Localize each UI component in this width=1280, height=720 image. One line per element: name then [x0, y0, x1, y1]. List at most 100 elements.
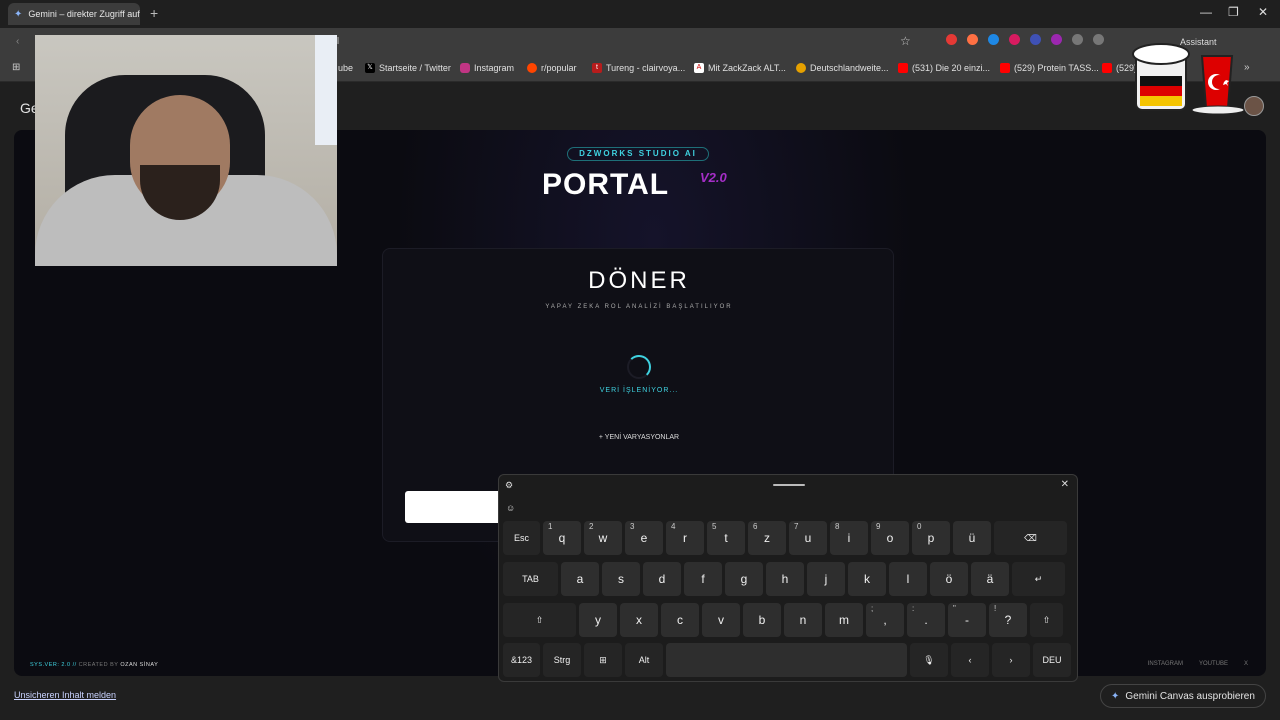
apps-grid-icon[interactable]: ⊞: [12, 62, 20, 73]
extension-icon[interactable]: [946, 34, 957, 45]
key-secondary-label: 4: [671, 522, 676, 531]
youtube-link[interactable]: YOUTUBE: [1199, 661, 1228, 667]
key-p[interactable]: p0: [912, 521, 950, 555]
bookmark-item[interactable]: Deutschlandweite...: [796, 63, 889, 73]
key-symbol[interactable]: - ": [948, 603, 986, 637]
key-l[interactable]: l: [889, 562, 927, 596]
key-symbol[interactable]: .:: [907, 603, 945, 637]
key-d[interactable]: d: [643, 562, 681, 596]
emoji-icon[interactable]: ☺: [506, 503, 515, 513]
bookmark-item[interactable]: (529) Protein TASS...: [1000, 63, 1099, 73]
key-label: ,: [883, 613, 887, 627]
key-a[interactable]: a: [561, 562, 599, 596]
extension-icon[interactable]: [1009, 34, 1020, 45]
key-label: -: [965, 613, 969, 627]
key-symbol[interactable]: ⌫: [994, 521, 1067, 555]
browser-tab[interactable]: ✦ Gemini – direkter Zugriff auf Go ✕: [8, 3, 140, 25]
key-symbol[interactable]: ?!: [989, 603, 1027, 637]
bookmark-item[interactable]: (531) Die 20 einzi...: [898, 63, 990, 73]
key-j[interactable]: j: [807, 562, 845, 596]
key-r[interactable]: r4: [666, 521, 704, 555]
key-label: t: [724, 531, 728, 545]
key-TAB[interactable]: TAB: [503, 562, 558, 596]
new-tab-button[interactable]: +: [150, 5, 158, 21]
key-y[interactable]: y: [579, 603, 617, 637]
drag-handle[interactable]: [773, 484, 805, 486]
report-content-link[interactable]: Unsicheren Inhalt melden: [14, 690, 116, 700]
more-bookmarks-icon[interactable]: »: [1244, 62, 1250, 73]
key-n[interactable]: n: [784, 603, 822, 637]
extension-icon[interactable]: [967, 34, 978, 45]
key-h[interactable]: h: [766, 562, 804, 596]
key-&123[interactable]: &123: [503, 643, 540, 677]
extension-icon[interactable]: [1030, 34, 1041, 45]
key-ä[interactable]: ä: [971, 562, 1009, 596]
bookmark-item[interactable]: t Tureng - clairvoya...: [592, 63, 685, 73]
key-f[interactable]: f: [684, 562, 722, 596]
key-ü[interactable]: ü: [953, 521, 991, 555]
key-u[interactable]: u7: [789, 521, 827, 555]
studio-badge: DZWORKS STUDIO AI: [567, 147, 709, 161]
card-title: DÖNER: [588, 267, 690, 294]
key-label: j: [824, 572, 828, 586]
bookmark-item[interactable]: 𝕏 Startseite / Twitter: [365, 63, 451, 73]
footer-links: INSTAGRAM YOUTUBE X: [1148, 661, 1248, 667]
key-i[interactable]: i8: [830, 521, 868, 555]
key-Strg[interactable]: Strg: [543, 643, 581, 677]
key-o[interactable]: o9: [871, 521, 909, 555]
key-c[interactable]: c: [661, 603, 699, 637]
bookmark-item[interactable]: A Mit ZackZack ALT...: [694, 63, 786, 73]
close-icon[interactable]: ✕: [1061, 479, 1069, 490]
x-link[interactable]: X: [1244, 661, 1248, 667]
settings-gear-icon[interactable]: ⚙: [505, 480, 513, 491]
bookmark-star-icon[interactable]: ☆: [900, 34, 911, 48]
key-m[interactable]: m: [825, 603, 863, 637]
bookmark-item[interactable]: ube: [338, 63, 353, 73]
white-action-button[interactable]: [405, 491, 509, 523]
key-v[interactable]: v: [702, 603, 740, 637]
key-label: f: [701, 572, 705, 586]
address-bar[interactable]: AI: [330, 32, 890, 52]
tab-title: Gemini – direkter Zugriff auf Go: [28, 9, 140, 19]
bookmark-item[interactable]: r/popular: [527, 63, 577, 73]
avatar[interactable]: [1244, 96, 1264, 116]
extension-icon[interactable]: [988, 34, 999, 45]
key-symbol[interactable]: ⇧: [1030, 603, 1063, 637]
key-b[interactable]: b: [743, 603, 781, 637]
key-k[interactable]: k: [848, 562, 886, 596]
key-symbol[interactable]: ›: [992, 643, 1030, 677]
extension-icon[interactable]: [1093, 34, 1104, 45]
key-ö[interactable]: ö: [930, 562, 968, 596]
key-symbol[interactable]: ⊞: [584, 643, 622, 677]
puzzle-icon[interactable]: [1072, 34, 1083, 45]
key-z[interactable]: z6: [748, 521, 786, 555]
key-w[interactable]: w2: [584, 521, 622, 555]
extension-icons: [946, 34, 1104, 45]
key-Alt[interactable]: Alt: [625, 643, 663, 677]
close-window-button[interactable]: ✕: [1258, 5, 1268, 19]
extension-icon[interactable]: [1051, 34, 1062, 45]
bookmark-item[interactable]: Instagram: [460, 63, 514, 73]
key-symbol[interactable]: ‹: [951, 643, 989, 677]
key-t[interactable]: t5: [707, 521, 745, 555]
back-icon[interactable]: ‹: [16, 36, 19, 47]
key-symbol[interactable]: ,;: [866, 603, 904, 637]
key-q[interactable]: q1: [543, 521, 581, 555]
new-variations-button[interactable]: + YENİ VARYASYONLAR: [383, 434, 895, 441]
gemini-canvas-button[interactable]: ✦ Gemini Canvas ausprobieren: [1100, 684, 1266, 708]
key-g[interactable]: g: [725, 562, 763, 596]
instagram-link[interactable]: INSTAGRAM: [1148, 661, 1183, 667]
key-Esc[interactable]: Esc: [503, 521, 540, 555]
footer-version: SYS.VER: 2.0 // CREATED BY OZAN SİNAY: [30, 662, 159, 668]
key-x[interactable]: x: [620, 603, 658, 637]
key-DEU[interactable]: DEU: [1033, 643, 1071, 677]
key-e[interactable]: e3: [625, 521, 663, 555]
key-symbol[interactable]: 🎙: [910, 643, 948, 677]
minimize-button[interactable]: —: [1200, 5, 1212, 19]
key-secondary-label: 5: [712, 522, 717, 531]
key-space[interactable]: [666, 643, 907, 677]
restore-button[interactable]: ❐: [1228, 5, 1239, 19]
key-symbol[interactable]: ⇧: [503, 603, 576, 637]
key-symbol[interactable]: ↵: [1012, 562, 1065, 596]
key-s[interactable]: s: [602, 562, 640, 596]
